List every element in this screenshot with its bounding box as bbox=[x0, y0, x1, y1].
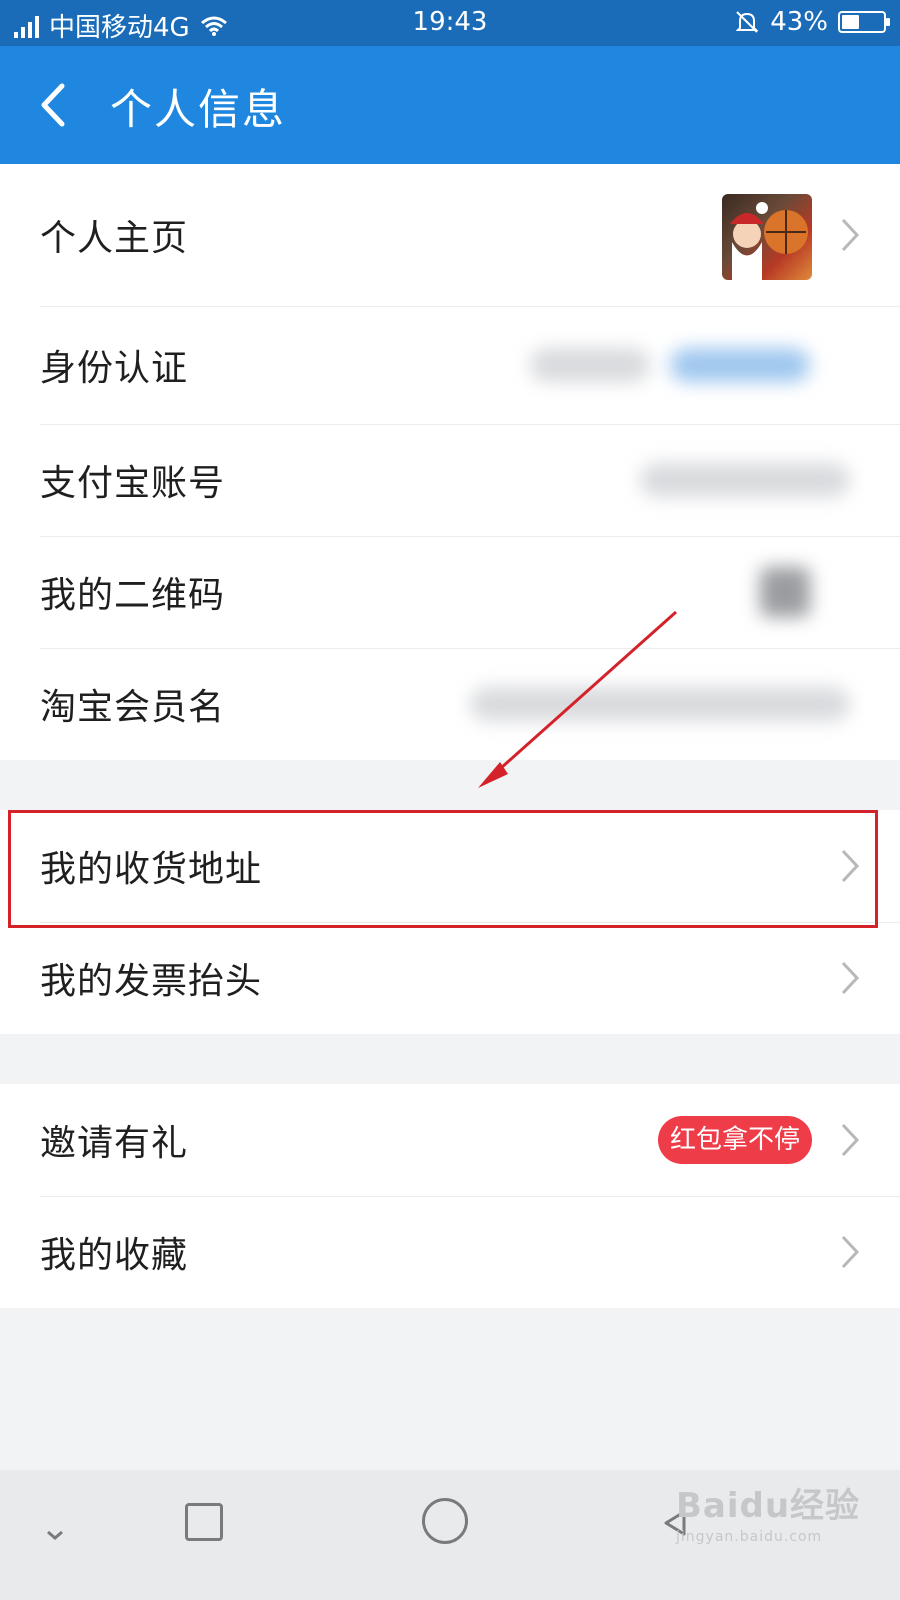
blurred-status bbox=[670, 348, 810, 382]
row-label: 身份认证 bbox=[40, 348, 189, 389]
battery-percent: 43% bbox=[770, 7, 828, 37]
row-label: 邀请有礼 bbox=[40, 1123, 189, 1164]
status-bar: 中国移动4G 19:43 43% bbox=[0, 0, 900, 46]
row-my-qrcode[interactable]: 我的二维码 bbox=[0, 536, 900, 648]
avatar bbox=[722, 194, 812, 280]
page-title: 个人信息 bbox=[110, 85, 287, 134]
chevron-right-icon bbox=[841, 1235, 860, 1269]
highlight-box bbox=[8, 810, 878, 928]
row-label: 我的收藏 bbox=[40, 1235, 189, 1276]
promo-badge: 红包拿不停 bbox=[657, 1116, 812, 1164]
row-label: 支付宝账号 bbox=[40, 463, 226, 504]
row-my-favorites[interactable]: 我的收藏 bbox=[0, 1196, 900, 1308]
recent-apps-button[interactable] bbox=[185, 1503, 223, 1541]
bell-off-icon bbox=[735, 11, 759, 33]
row-taobao-member-name[interactable]: 淘宝会员名 bbox=[0, 648, 900, 760]
blurred-value bbox=[640, 463, 850, 497]
watermark: Baidu经验 jingyan.baidu.com bbox=[676, 1478, 860, 1545]
blurred-value bbox=[470, 687, 850, 721]
profile-group: 个人主页 身份认证 支付宝账号 我的二维码 淘宝会员名 bbox=[0, 164, 900, 760]
status-right: 43% bbox=[734, 7, 890, 37]
row-label: 我的二维码 bbox=[40, 575, 226, 616]
row-alipay-account[interactable]: 支付宝账号 bbox=[0, 424, 900, 536]
row-label: 我的发票抬头 bbox=[40, 961, 263, 1002]
chevron-right-icon bbox=[841, 1123, 860, 1157]
battery-fill bbox=[842, 15, 860, 29]
row-identity-verification[interactable]: 身份认证 bbox=[0, 306, 900, 424]
watermark-sub: jingyan.baidu.com bbox=[676, 1529, 823, 1545]
app-header: 个人信息 bbox=[0, 46, 900, 164]
row-invite-gift[interactable]: 邀请有礼 红包拿不停 bbox=[0, 1084, 900, 1196]
blurred-value bbox=[530, 348, 650, 382]
chevron-down-icon[interactable] bbox=[40, 1520, 70, 1550]
battery-icon bbox=[838, 11, 890, 33]
watermark-main: Baidu经验 bbox=[676, 1486, 861, 1526]
chevron-right-icon bbox=[841, 218, 860, 252]
qrcode-icon bbox=[760, 567, 810, 617]
row-label: 淘宝会员名 bbox=[40, 687, 226, 728]
row-label: 个人主页 bbox=[40, 218, 189, 259]
row-my-invoice-title[interactable]: 我的发票抬头 bbox=[0, 922, 900, 1034]
row-personal-homepage[interactable]: 个人主页 bbox=[0, 164, 900, 306]
back-arrow-icon[interactable] bbox=[30, 80, 80, 130]
misc-group: 邀请有礼 红包拿不停 我的收藏 bbox=[0, 1084, 900, 1308]
home-button[interactable] bbox=[422, 1498, 468, 1544]
chevron-right-icon bbox=[841, 961, 860, 995]
